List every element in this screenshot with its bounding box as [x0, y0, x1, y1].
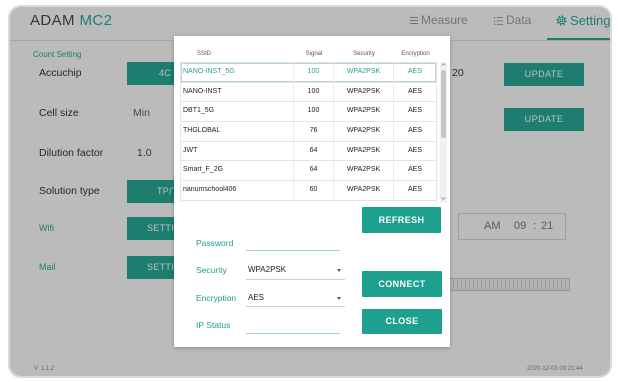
column-header-encryption: Encryption [401, 51, 430, 57]
network-ssid: NANO-INST [181, 82, 294, 102]
network-row[interactable]: NANO-INST_5G 100 WPA2PSK AES [181, 63, 436, 83]
network-signal: 100 [294, 102, 334, 122]
security-underline [246, 279, 345, 280]
app-screen: ADAM MC2 Measure Data Setting Count Sett… [0, 0, 618, 382]
network-encryption [394, 201, 436, 203]
network-ssid [181, 200, 294, 203]
network-signal: 76 [294, 122, 334, 141]
encryption-label: Encryption [196, 293, 237, 303]
chevron-down-icon [337, 297, 341, 300]
security-select[interactable]: WPA2PSK [246, 263, 345, 277]
encryption-underline [246, 306, 345, 307]
refresh-button[interactable]: REFRESH [362, 207, 441, 233]
network-encryption: AES [407, 127, 422, 135]
network-encryption: AES [407, 166, 422, 174]
network-security [334, 200, 394, 203]
encryption-value: AES [248, 293, 265, 302]
network-encryption: AES [407, 146, 422, 154]
network-signal: 64 [294, 141, 334, 161]
wifi-dialog: SSID Signal Security Encryption NANO-INS… [174, 36, 450, 347]
network-encryption: AES [407, 87, 422, 95]
network-row[interactable]: JWT 64 WPA2PSK AES [181, 141, 436, 162]
network-ssid: JWT [181, 141, 294, 161]
network-security: WPA2PSK [334, 181, 394, 200]
chevron-down-icon [337, 269, 341, 272]
network-row-partial[interactable] [181, 200, 436, 203]
column-header-signal: Signal [305, 51, 323, 57]
network-row[interactable]: NANO-INST 100 WPA2PSK AES [181, 82, 436, 103]
scrollbar-thumb[interactable] [441, 70, 446, 138]
network-ssid: nanumschool406 [181, 181, 294, 200]
connect-button[interactable]: CONNECT [362, 271, 442, 297]
network-security: WPA2PSK [334, 63, 394, 82]
security-label: Security [196, 265, 227, 275]
network-row[interactable]: DBT1_5G 100 WPA2PSK AES [181, 102, 436, 123]
network-signal: 64 [294, 161, 334, 181]
encryption-select[interactable]: AES [246, 291, 345, 305]
network-ssid: DBT1_5G [181, 102, 294, 122]
network-table-scrollbar[interactable] [440, 62, 447, 203]
close-button[interactable]: CLOSE [362, 309, 442, 334]
scroll-up-icon[interactable] [441, 63, 446, 66]
network-table-header: SSID Signal Security Encryption [180, 46, 437, 62]
network-signal [294, 200, 334, 203]
network-security: WPA2PSK [334, 141, 394, 161]
network-table: NANO-INST_5G 100 WPA2PSK AES NANO-INST 1… [180, 62, 437, 203]
network-ssid: NANO-INST_5G [181, 63, 294, 82]
column-header-ssid: SSID [197, 51, 212, 57]
scroll-down-icon[interactable] [441, 197, 446, 200]
password-label: Password [196, 238, 234, 248]
password-field[interactable] [246, 236, 340, 250]
network-security: WPA2PSK [334, 161, 394, 181]
network-security: WPA2PSK [334, 102, 394, 122]
column-header-security: Security [353, 51, 375, 57]
network-encryption: AES [407, 107, 422, 115]
ip-status-label: IP Status [196, 320, 231, 330]
ip-status-underline [246, 333, 340, 334]
network-security: WPA2PSK [334, 122, 394, 141]
network-row[interactable]: Smart_F_2G 64 WPA2PSK AES [181, 161, 436, 182]
network-encryption: AES [407, 68, 422, 75]
network-row[interactable]: THGLOBAL 76 WPA2PSK AES [181, 122, 436, 142]
network-ssid: THGLOBAL [181, 122, 294, 141]
network-ssid: Smart_F_2G [181, 161, 294, 181]
network-encryption: AES [407, 186, 422, 194]
network-security: WPA2PSK [334, 82, 394, 102]
network-signal: 60 [294, 181, 334, 200]
security-value: WPA2PSK [248, 265, 287, 274]
network-signal: 100 [294, 63, 334, 82]
network-signal: 100 [294, 82, 334, 102]
password-underline [246, 250, 340, 251]
ip-status-field [246, 319, 340, 333]
network-row[interactable]: nanumschool406 60 WPA2PSK AES [181, 181, 436, 201]
